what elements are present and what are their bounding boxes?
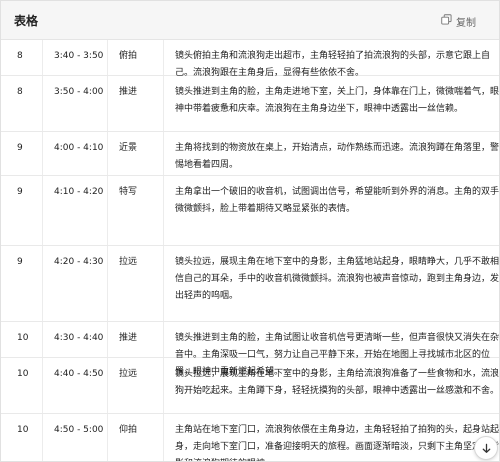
table-row: 8 3:40 - 3:50 俯拍 镜头俯拍主角和流浪狗走出超市，主角轻轻拍了拍流… [1, 40, 499, 78]
arrow-down-icon [481, 439, 492, 458]
scroll-down-button[interactable] [474, 436, 498, 460]
shot-type: 仰拍 [119, 425, 138, 435]
table-row: 10 4:50 - 5:00 仰拍 主角站在地下室门口，流浪狗依偎在主角身边，主… [1, 414, 500, 461]
table-row: 8 3:50 - 4:00 推进 镜头推进到主角的脸，主角走进地下室，关上门，身… [1, 76, 500, 132]
scene-number: 9 [17, 143, 23, 153]
shot-description: 镜头拉远，展现主角在地下室中的身影，主角猛地站起身，眼睛睁大，几乎不敢相信自己的… [175, 257, 500, 301]
copy-icon [441, 14, 452, 28]
shot-description: 主角将找到的物资放在桌上，开始清点，动作熟练而迅速。流浪狗蹲在角落里，警惕地看着… [175, 143, 500, 170]
table-row: 9 4:00 - 4:10 近景 主角将找到的物资放在桌上，开始清点，动作熟练而… [1, 132, 500, 176]
shot-description: 镜头推进到主角的脸，主角走进地下室，关上门，身体靠在门上，微微喘着气，眼神中带着… [175, 87, 500, 114]
scene-number: 9 [17, 257, 23, 267]
scene-number: 8 [17, 51, 23, 61]
time-range: 3:40 - 3:50 [54, 51, 104, 61]
time-range: 4:30 - 4:40 [54, 333, 104, 343]
copy-button[interactable]: 复制 [441, 14, 476, 29]
shot-type: 近景 [119, 143, 138, 153]
table-row: 9 4:20 - 4:30 拉远 镜头拉远，展现主角在地下室中的身影，主角猛地站… [1, 246, 500, 322]
shot-description: 镜头拉远，展现主角在地下室中的身影，主角给流浪狗准备了一些食物和水，流浪狗开始吃… [175, 369, 500, 396]
table-header: 表格 复制 [1, 1, 499, 40]
time-range: 4:50 - 5:00 [54, 425, 104, 435]
shot-type: 推进 [119, 87, 138, 97]
scene-number: 10 [17, 425, 29, 435]
shot-type: 拉远 [119, 257, 138, 267]
shot-type: 推进 [119, 333, 138, 343]
scene-number: 9 [17, 187, 23, 197]
copy-label: 复制 [456, 17, 476, 29]
table-row: 9 4:10 - 4:20 特写 主角拿出一个破旧的收音机，试图调出信号，希望能… [1, 176, 500, 246]
table-row: 10 4:40 - 4:50 拉远 镜头拉远，展现主角在地下室中的身影，主角给流… [1, 358, 500, 414]
shot-type: 俯拍 [119, 51, 138, 61]
time-range: 4:40 - 4:50 [54, 369, 104, 379]
shot-description: 主角拿出一个破旧的收音机，试图调出信号，希望能听到外界的消息。主角的双手微微颤抖… [175, 187, 500, 214]
table-panel: 表格 复制 8 3:40 - 3:50 俯拍 镜头俯拍主角和流浪狗走出超市，主角… [0, 0, 500, 462]
time-range: 4:10 - 4:20 [54, 187, 104, 197]
scene-number: 10 [17, 369, 29, 379]
shot-type: 拉远 [119, 369, 138, 379]
shot-description: 主角站在地下室门口，流浪狗依偎在主角身边，主角轻轻拍了拍狗的头，起身站起身，走向… [175, 425, 500, 461]
table-row: 10 4:30 - 4:40 推进 镜头推进到主角的脸，主角试图让收音机信号更清… [1, 322, 499, 377]
time-range: 4:20 - 4:30 [54, 257, 104, 267]
time-range: 4:00 - 4:10 [54, 143, 104, 153]
scene-number: 8 [17, 87, 23, 97]
time-range: 3:50 - 4:00 [54, 87, 104, 97]
scene-number: 10 [17, 333, 29, 343]
table-title: 表格 [14, 14, 39, 28]
shot-type: 特写 [119, 187, 138, 197]
